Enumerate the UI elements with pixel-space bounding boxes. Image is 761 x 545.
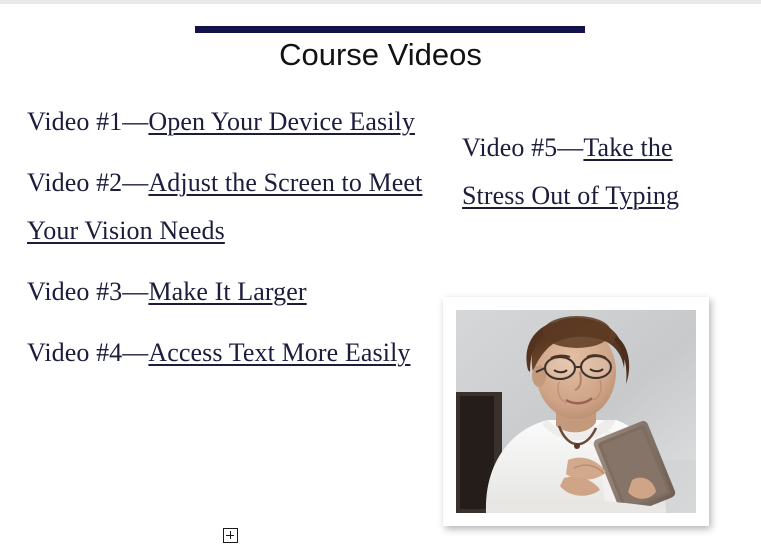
video-number-label: Video #1— — [27, 107, 149, 136]
photo-illustration — [456, 310, 696, 513]
list-item: Video #2—Adjust the Screen to Meet Your … — [27, 159, 427, 255]
video-number-label: Video #5— — [462, 133, 584, 162]
video-link-1[interactable]: Open Your Device Easily — [148, 107, 415, 136]
video-link-4[interactable]: Access Text More Easily — [148, 338, 410, 367]
photo-elderly-woman-with-tablet — [456, 310, 696, 513]
expand-plus-icon[interactable] — [223, 528, 238, 543]
list-item: Video #5—Take the Stress Out of Typing — [462, 124, 714, 220]
title-accent-rule — [195, 26, 585, 33]
page-title: Course Videos — [279, 37, 482, 72]
slide-canvas: Course Videos Video #1—Open Your Device … — [0, 4, 761, 545]
list-item: Video #3—Make It Larger — [27, 268, 427, 316]
video-link-3[interactable]: Make It Larger — [148, 277, 306, 306]
photo-frame — [443, 297, 709, 526]
video-number-label: Video #3— — [27, 277, 149, 306]
video-list-right-column: Video #5—Take the Stress Out of Typing — [462, 124, 714, 220]
video-number-label: Video #2— — [27, 168, 149, 197]
video-number-label: Video #4— — [27, 338, 149, 367]
list-item: Video #1—Open Your Device Easily — [27, 98, 427, 146]
video-list-left-column: Video #1—Open Your Device Easily Video #… — [27, 98, 427, 390]
list-item: Video #4—Access Text More Easily — [27, 329, 427, 377]
